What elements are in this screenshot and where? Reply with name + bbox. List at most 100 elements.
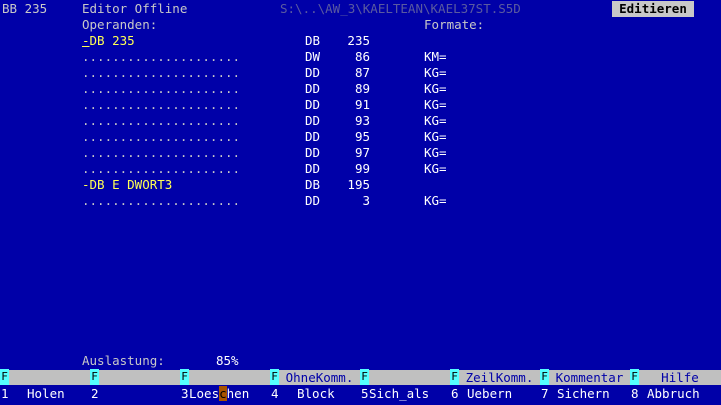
fkey-number: 7	[541, 386, 549, 401]
value-cell: 95	[354, 129, 370, 144]
table-row[interactable]: ..................... DD 89 KG=	[0, 81, 721, 97]
operands-header: Operanden:	[82, 17, 158, 32]
file-path: S:\..\AW_3\KAELTEAN\KAEL37ST.S5D	[280, 1, 521, 16]
type-cell: DD	[305, 161, 321, 176]
type-cell: DD	[305, 113, 321, 128]
operand-cell[interactable]: .....................	[82, 65, 240, 81]
fkey-marker: F	[0, 369, 9, 385]
fkey-label	[99, 370, 180, 385]
table-row[interactable]: ..................... DD 87 KG=	[0, 65, 721, 81]
fkey-number: 4	[271, 386, 279, 401]
fkey-number: 3	[181, 386, 189, 401]
fkey-label	[369, 370, 450, 385]
type-cell: DW	[305, 49, 321, 64]
table-row[interactable]: ..................... DD 91 KG=	[0, 97, 721, 113]
operand-cell[interactable]: .....................	[82, 161, 240, 177]
type-cell: DD	[305, 65, 321, 80]
value-cell: 3	[362, 193, 370, 208]
table-row[interactable]: ..................... DD 3 KG=	[0, 193, 721, 209]
fkey-label: Kommentar	[549, 370, 630, 385]
value-cell: 99	[354, 161, 370, 176]
format-cell[interactable]: KG=	[424, 113, 447, 129]
value-cell: 93	[354, 113, 370, 128]
value-cell: 91	[354, 97, 370, 112]
editor-title: Editor Offline	[82, 1, 188, 16]
table-row[interactable]: ..................... DW 86 KM=	[0, 49, 721, 65]
load-value: 85%	[216, 353, 239, 368]
fkey-number: 8	[631, 386, 639, 401]
fkey-3-loeschen[interactable]: F 3 Loeschen	[180, 369, 270, 405]
format-cell[interactable]: KG=	[424, 161, 447, 177]
table-row[interactable]: -DB 235 DB 235	[0, 33, 721, 49]
value-cell: 97	[354, 145, 370, 160]
type-cell: DD	[305, 129, 321, 144]
value-cell: 89	[354, 81, 370, 96]
fkey-marker: F	[360, 369, 369, 385]
fkey-label: ZeilKomm.	[459, 370, 540, 385]
fkey-caption: Block	[297, 386, 335, 401]
mode-indicator: Editieren	[612, 1, 694, 17]
type-cell: DD	[305, 145, 321, 160]
fkey-caption: Loeschen	[189, 386, 250, 401]
fkey-label	[9, 370, 90, 385]
fkey-caption: Holen	[27, 386, 65, 401]
fkey-marker: F	[540, 369, 549, 385]
fkey-label	[189, 370, 270, 385]
operand-cell[interactable]: .....................	[82, 97, 240, 113]
table-row[interactable]: ..................... DD 97 KG=	[0, 145, 721, 161]
function-key-bar: F 1 Holen F 2 F 3 Loeschen F OhneKomm. 4…	[0, 369, 721, 405]
fkey-7-sichern[interactable]: F Kommentar 7 Sichern	[540, 369, 630, 405]
fkey-caption: Uebern	[467, 386, 513, 401]
type-cell: DB	[305, 33, 321, 48]
operand-cell[interactable]: -DB 235	[82, 33, 135, 49]
type-cell: DD	[305, 193, 321, 208]
fkey-8-abbruch[interactable]: F Hilfe 8 Abbruch	[630, 369, 721, 405]
table-row[interactable]: ..................... DD 99 KG=	[0, 161, 721, 177]
format-cell[interactable]: KM=	[424, 49, 447, 65]
fkey-marker: F	[450, 369, 459, 385]
operand-cell[interactable]: -DB E DWORT3	[82, 177, 172, 193]
fkey-number: 1	[1, 386, 9, 401]
table-row[interactable]: -DB E DWORT3 DB 195	[0, 177, 721, 193]
type-cell: DD	[305, 97, 321, 112]
format-cell[interactable]: KG=	[424, 193, 447, 209]
formats-header: Formate:	[424, 17, 485, 32]
value-cell: 87	[354, 65, 370, 80]
fkey-1-holen[interactable]: F 1 Holen	[0, 369, 90, 405]
value-cell: 235	[347, 33, 370, 48]
load-label: Auslastung:	[82, 353, 165, 368]
table-row[interactable]: ..................... DD 93 KG=	[0, 113, 721, 129]
text-cursor: -	[82, 33, 90, 48]
fkey-marker: F	[90, 369, 99, 385]
fkey-number: 2	[91, 386, 99, 401]
format-cell[interactable]: KG=	[424, 129, 447, 145]
format-cell[interactable]: KG=	[424, 97, 447, 113]
fkey-label: OhneKomm.	[279, 370, 360, 385]
operand-cell[interactable]: .....................	[82, 81, 240, 97]
type-cell: DB	[305, 177, 321, 192]
fkey-number: 5	[361, 386, 369, 401]
format-cell[interactable]: KG=	[424, 65, 447, 81]
operand-cell[interactable]: .....................	[82, 113, 240, 129]
fkey-number: 6	[451, 386, 459, 401]
block-title: BB 235	[2, 1, 48, 16]
operand-cell[interactable]: .....................	[82, 193, 240, 209]
fkey-caption: Sich_als	[369, 386, 430, 401]
operand-cell[interactable]: .....................	[82, 129, 240, 145]
fkey-2[interactable]: F 2	[90, 369, 180, 405]
operand-cell[interactable]: .....................	[82, 145, 240, 161]
fkey-marker: F	[180, 369, 189, 385]
fkey-marker: F	[270, 369, 279, 385]
type-cell: DD	[305, 81, 321, 96]
mouse-cursor-block: c	[219, 386, 227, 401]
format-cell[interactable]: KG=	[424, 145, 447, 161]
format-cell[interactable]: KG=	[424, 81, 447, 97]
fkey-5-sich-als[interactable]: F 5 Sich_als	[360, 369, 450, 405]
fkey-label: Hilfe	[639, 370, 721, 385]
operand-cell[interactable]: .....................	[82, 49, 240, 65]
fkey-caption: Abbruch	[647, 386, 700, 401]
table-row[interactable]: ..................... DD 95 KG=	[0, 129, 721, 145]
fkey-caption: Sichern	[557, 386, 610, 401]
fkey-6-uebern[interactable]: F ZeilKomm. 6 Uebern	[450, 369, 540, 405]
fkey-4-block[interactable]: F OhneKomm. 4 Block	[270, 369, 360, 405]
